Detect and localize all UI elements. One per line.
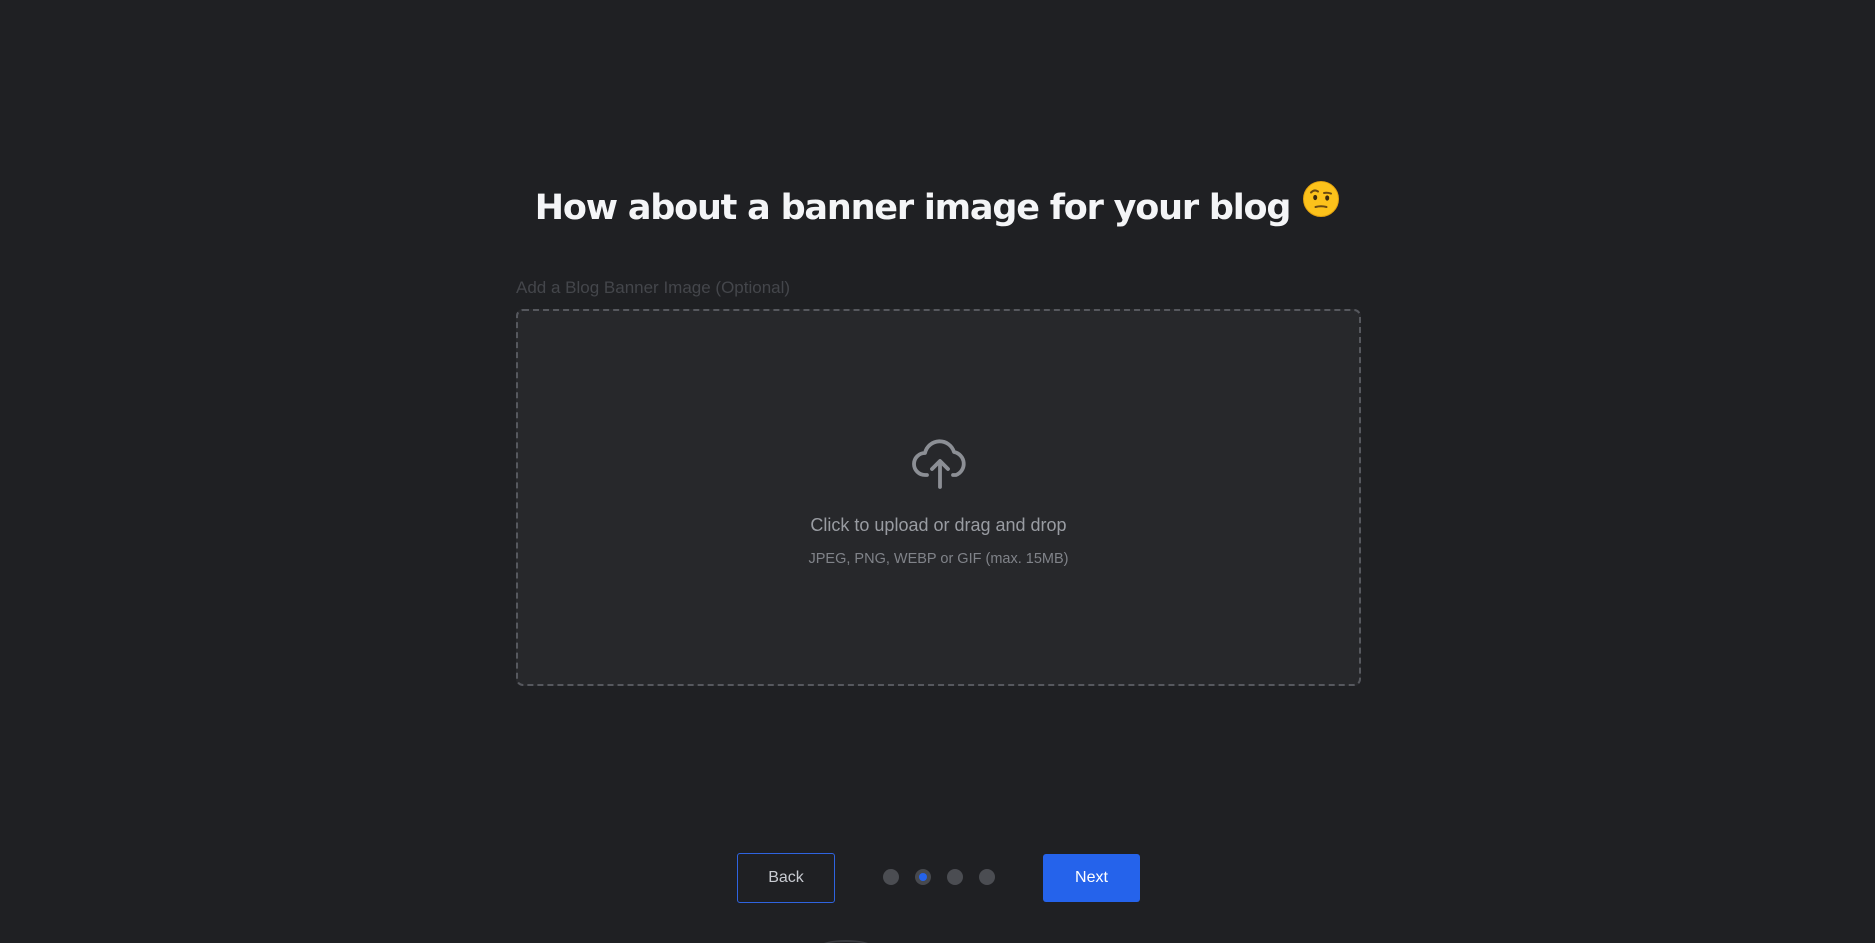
back-button[interactable]: Back [737, 853, 835, 903]
page-title: How about a banner image for your blog [0, 180, 1875, 234]
page-title-text: How about a banner image for your blog [534, 188, 1292, 228]
banner-field-label: Add a Blog Banner Image (Optional) [516, 278, 791, 297]
onboarding-page: How about a banner image for your blog A… [0, 0, 1875, 943]
raised-eyebrow-emoji-icon [1302, 180, 1340, 233]
step-dot-3[interactable] [947, 869, 963, 885]
upload-instruction: Click to upload or drag and drop [810, 515, 1067, 535]
step-dot-4[interactable] [979, 869, 995, 885]
step-dot-2-active[interactable] [915, 869, 931, 885]
banner-upload-dropzone[interactable]: Click to upload or drag and drop JPEG, P… [516, 309, 1361, 686]
upload-file-types-hint: JPEG, PNG, WEBP or GIF (max. 15MB) [808, 551, 1069, 567]
cloud-upload-icon [910, 431, 970, 491]
step-dot-1[interactable] [883, 869, 899, 885]
next-button[interactable]: Next [1043, 854, 1140, 902]
